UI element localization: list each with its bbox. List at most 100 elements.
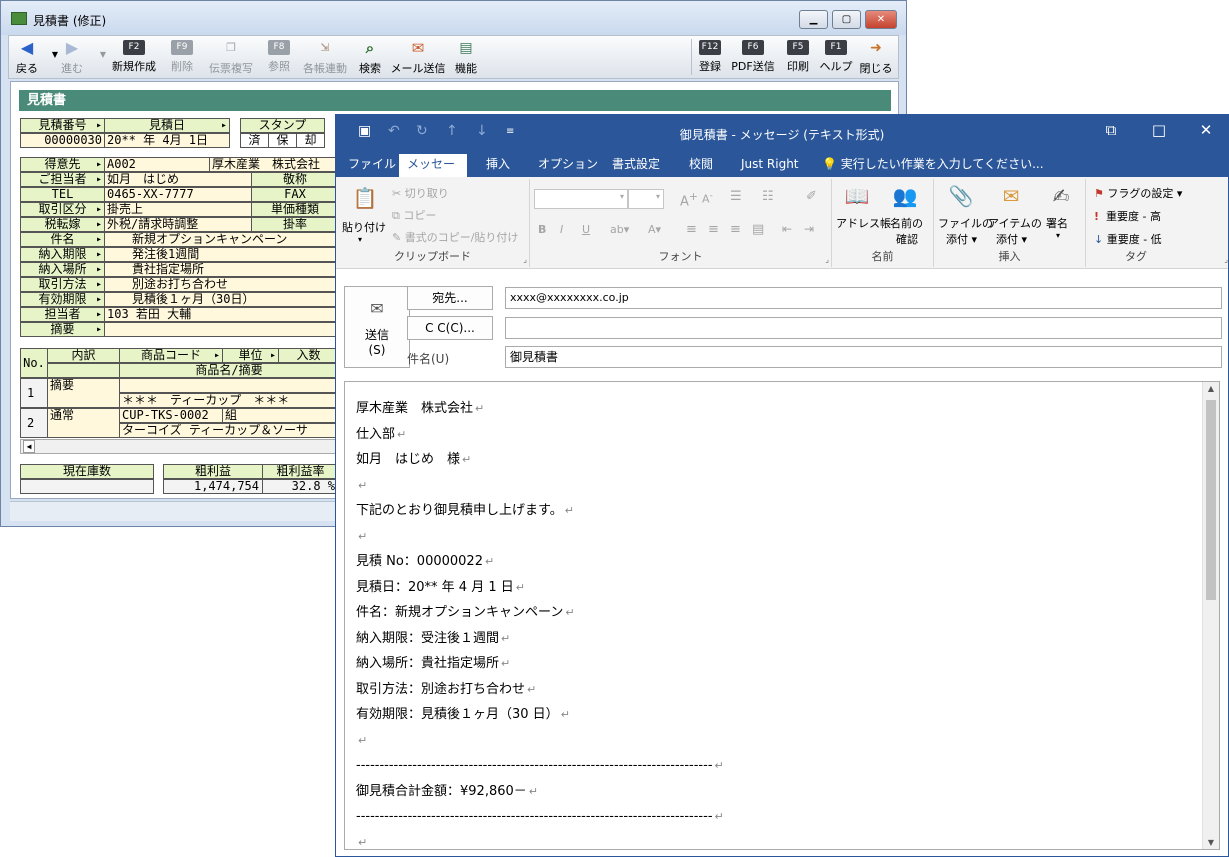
attach-item-button[interactable]: アイテムの xyxy=(988,215,1042,231)
vertical-scrollbar[interactable]: ▲ ▼ xyxy=(1202,382,1219,849)
trade-type-label[interactable]: 取引区分 xyxy=(20,202,105,217)
delivery-place-label[interactable]: 納入場所 xyxy=(20,262,105,277)
maximize-icon[interactable]: □ xyxy=(1144,121,1174,139)
bullets-icon[interactable]: ☰ xyxy=(730,189,742,204)
bold-icon[interactable]: B xyxy=(538,223,546,236)
message-text[interactable]: 厚木産業 株式会社 ↵ 仕入部 ↵ 如月 はじめ 様 ↵ ↵ 下記のとおり御見積申し上げます。… xyxy=(356,396,724,849)
align-right-icon[interactable]: ≡ xyxy=(730,222,741,237)
signature-button[interactable]: 署名 xyxy=(1046,215,1068,231)
align-left-icon[interactable]: ≡ xyxy=(686,222,697,237)
col-product-code[interactable]: 商品コード xyxy=(119,348,223,363)
delivery-place-field[interactable]: 貴社指定場所 xyxy=(104,262,339,277)
send-mail-button[interactable]: ✉ メール送信 xyxy=(390,36,446,78)
attach-file-button-line2[interactable]: 添付 ▾ xyxy=(946,231,977,247)
font-name-combo[interactable]: ▾ xyxy=(534,189,628,209)
horizontal-scrollbar[interactable]: ◀ xyxy=(20,439,339,454)
stamp-hold[interactable]: 保 xyxy=(268,133,297,148)
tax-transfer-field[interactable]: 外税/請求時調整 xyxy=(104,217,252,232)
row-code[interactable] xyxy=(119,378,339,393)
customer-label[interactable]: 得意先 xyxy=(20,157,105,172)
address-book-button[interactable]: アドレス帳 xyxy=(836,215,891,231)
importance-high-button[interactable]: ! 重要度 - 高 xyxy=(1094,208,1161,224)
tab-file[interactable]: ファイル xyxy=(340,154,404,177)
estimate-no-label[interactable]: 見積番号 xyxy=(20,118,105,133)
tab-options[interactable]: オプション xyxy=(530,154,606,177)
send-button[interactable]: ✉ 送信 (S) xyxy=(344,286,410,368)
follow-up-button[interactable]: ⚑ フラグの設定 ▾ xyxy=(1094,185,1182,201)
copy-button[interactable]: ⧉ コピー xyxy=(392,207,436,223)
check-names-button[interactable]: 名前の xyxy=(890,215,923,231)
scroll-left-icon[interactable]: ◀ xyxy=(23,440,35,453)
contact-label[interactable]: ご担当者 xyxy=(20,172,105,187)
subject-field[interactable]: 新規オプションキャンペーン xyxy=(104,232,339,247)
dialog-launcher-icon[interactable]: ⌟ xyxy=(1224,255,1228,264)
back-button[interactable]: ◀ 戻る xyxy=(11,36,43,78)
attach-file-button[interactable]: ファイルの xyxy=(938,215,993,231)
estimate-date-label[interactable]: 見積日 xyxy=(104,118,230,133)
shrink-font-icon[interactable]: A- xyxy=(702,190,713,206)
check-names-button-line2[interactable]: 確認 xyxy=(896,231,918,247)
cc-field[interactable] xyxy=(505,317,1222,339)
reference-button[interactable]: F8 参照 xyxy=(261,36,297,78)
forward-dropdown[interactable]: ▼ xyxy=(91,36,106,78)
importance-low-button[interactable]: ↓ 重要度 - 低 xyxy=(1094,231,1162,247)
underline-icon[interactable]: U xyxy=(582,223,590,236)
format-painter-button[interactable]: ✎ 書式のコピー/貼り付け xyxy=(392,229,518,245)
trade-type-field[interactable]: 掛売上 xyxy=(104,202,252,217)
back-dropdown[interactable]: ▼ xyxy=(43,36,58,78)
row-detail[interactable]: 通常 xyxy=(47,408,120,438)
tel-field[interactable]: 0465-XX-7777 xyxy=(104,187,252,202)
numbering-icon[interactable]: ☷ xyxy=(762,189,774,204)
decrease-indent-icon[interactable]: ⇤ xyxy=(782,222,792,236)
contact-field[interactable]: 如月 はじめ xyxy=(104,172,252,187)
to-button[interactable]: 宛先... xyxy=(407,286,493,310)
cut-button[interactable]: ✂ 切り取り xyxy=(392,185,449,201)
scroll-up-icon[interactable]: ▲ xyxy=(1203,384,1219,393)
highlight-icon[interactable]: ab▾ xyxy=(610,223,629,236)
ribbon-display-icon[interactable]: ⧉ xyxy=(1096,121,1126,139)
scroll-down-icon[interactable]: ▼ xyxy=(1203,838,1219,847)
col-unit[interactable]: 単位 xyxy=(222,348,279,363)
delivery-period-label[interactable]: 納入期限 xyxy=(20,247,105,262)
italic-icon[interactable]: I xyxy=(560,223,563,236)
pdf-send-button[interactable]: F6 PDF送信 xyxy=(729,36,777,78)
row-code[interactable]: CUP-TKS-0002 xyxy=(119,408,223,423)
stamp-reject[interactable]: 却 xyxy=(296,133,325,148)
subject-field[interactable]: 御見積書 xyxy=(505,346,1222,368)
paste-button[interactable]: 貼り付け xyxy=(342,219,386,235)
tab-format[interactable]: 書式設定 xyxy=(604,154,668,177)
customer-name-field[interactable]: 厚木産業 株式会社 xyxy=(209,157,339,172)
dialog-launcher-icon[interactable]: ⌟ xyxy=(825,255,829,264)
close-icon[interactable]: ✕ xyxy=(1191,121,1221,139)
tax-transfer-label[interactable]: 税転嫁 xyxy=(20,217,105,232)
close-form-button[interactable]: ➜ 閉じる xyxy=(859,36,893,78)
attach-item-button-line2[interactable]: 添付 ▾ xyxy=(996,231,1027,247)
maximize-button[interactable]: ▢ xyxy=(832,10,861,29)
subject-label[interactable]: 件名 xyxy=(20,232,105,247)
payment-label[interactable]: 取引方法 xyxy=(20,277,105,292)
estimate-no-field[interactable]: 00000030 xyxy=(20,133,105,148)
tab-just-right[interactable]: Just Right xyxy=(733,154,807,177)
font-size-combo[interactable]: ▾ xyxy=(628,189,664,209)
dialog-launcher-icon[interactable]: ⌟ xyxy=(523,255,527,264)
validity-label[interactable]: 有効期限 xyxy=(20,292,105,307)
cc-button[interactable]: C C(C)... xyxy=(407,316,493,340)
memo-field[interactable] xyxy=(104,322,339,337)
function-button[interactable]: ▤ 機能 xyxy=(449,36,483,78)
row-product-name[interactable]: ＊＊＊ ティーカップ ＊＊＊ xyxy=(119,393,339,408)
linked-ledgers-button[interactable]: ⇲ 各帳連動 xyxy=(299,36,351,78)
delivery-period-field[interactable]: 発注後1週間 xyxy=(104,247,339,262)
stamp-done[interactable]: 済 xyxy=(240,133,269,148)
search-button[interactable]: ⌕ 検索 xyxy=(353,36,387,78)
increase-indent-icon[interactable]: ⇥ xyxy=(804,222,814,236)
memo-label[interactable]: 摘要 xyxy=(20,322,105,337)
help-button[interactable]: F1 ヘルプ xyxy=(819,36,853,78)
forward-button[interactable]: ▶ 進む xyxy=(55,36,89,78)
tab-insert[interactable]: 挿入 xyxy=(478,154,518,177)
tab-message[interactable]: メッセージ xyxy=(399,154,467,192)
row-product-name[interactable]: ターコイズ ティーカップ＆ソーサ xyxy=(119,423,339,438)
scroll-thumb[interactable] xyxy=(1206,400,1216,600)
payment-field[interactable]: 別途お打ち合わせ xyxy=(104,277,339,292)
validity-field[interactable]: 見積後１ヶ月（30日） xyxy=(104,292,339,307)
clear-format-icon[interactable]: ✐ xyxy=(806,189,817,204)
